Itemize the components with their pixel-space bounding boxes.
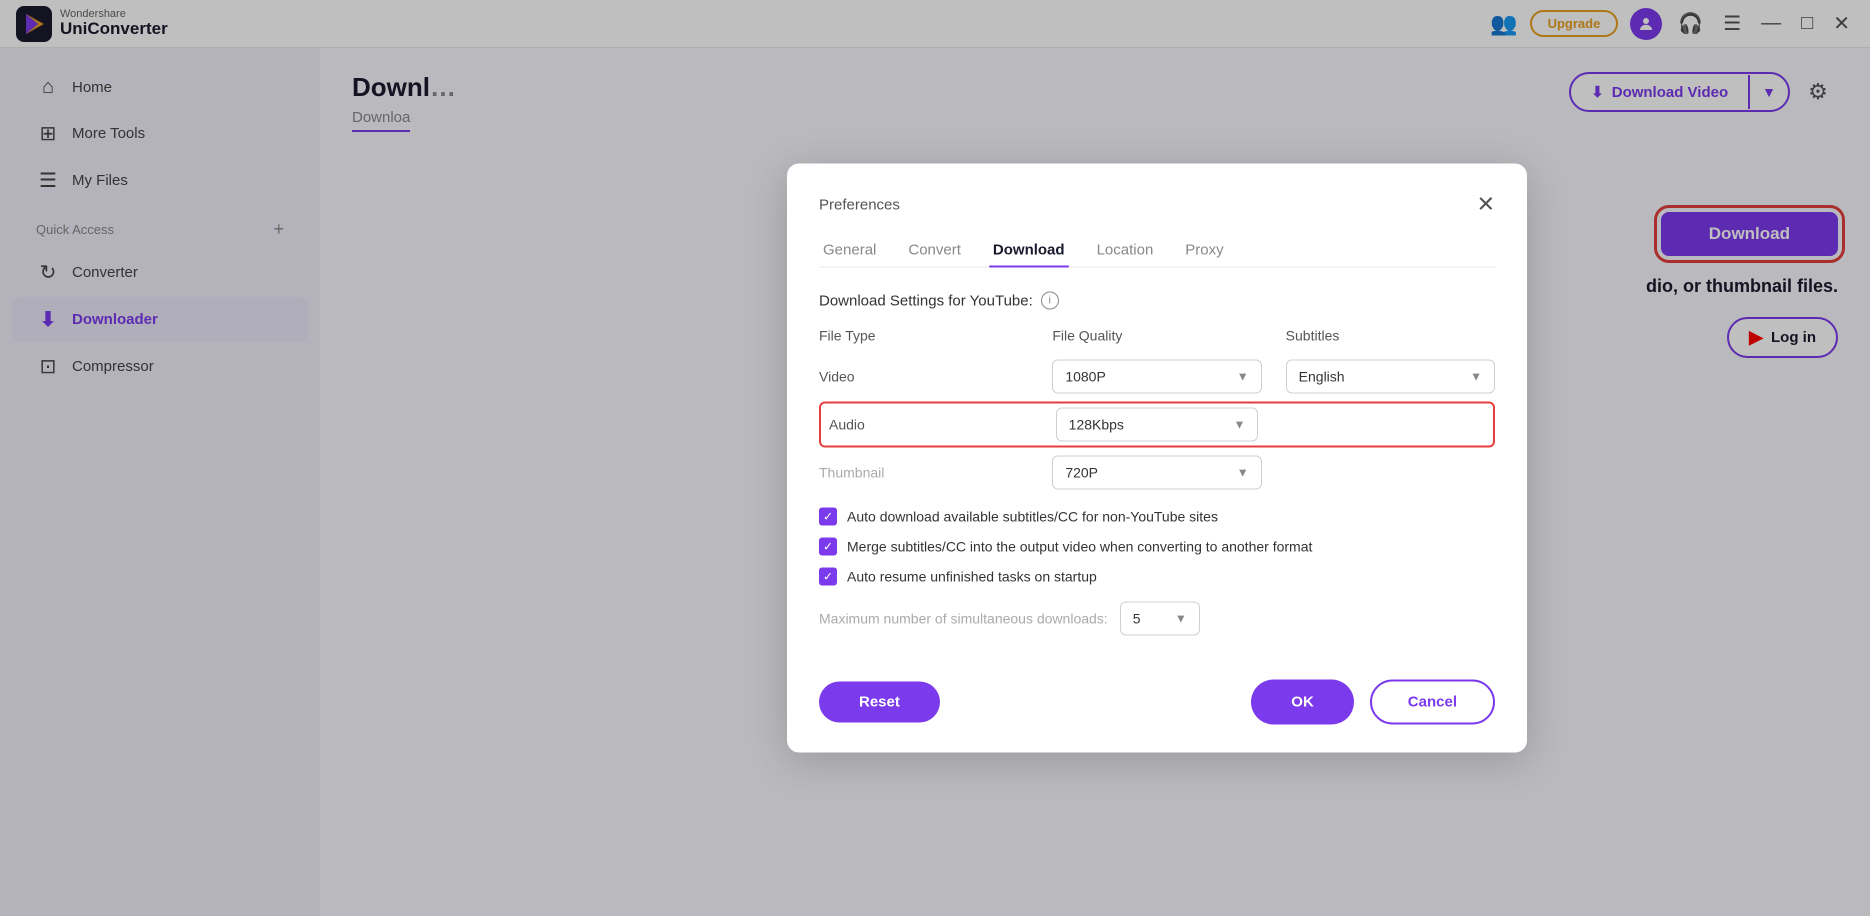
checkbox-section: ✓ Auto download available subtitles/CC f… <box>819 508 1495 586</box>
audio-quality-select[interactable]: 128Kbps ▼ <box>1056 408 1259 442</box>
chevron-down-icon: ▼ <box>1237 466 1249 480</box>
checkbox-auto-subtitle-label: Auto download available subtitles/CC for… <box>847 509 1218 525</box>
chevron-down-icon: ▼ <box>1237 370 1249 384</box>
ok-button[interactable]: OK <box>1251 680 1354 725</box>
audio-type-label: Audio <box>829 408 1032 442</box>
max-downloads-row: Maximum number of simultaneous downloads… <box>819 602 1495 636</box>
chevron-down-icon: ▼ <box>1470 370 1482 384</box>
preferences-modal: Preferences ✕ General Convert Download L… <box>787 164 1527 753</box>
checkbox-auto-resume-label: Auto resume unfinished tasks on startup <box>847 569 1097 585</box>
col-file-quality: File Quality <box>1052 328 1261 344</box>
max-downloads-select[interactable]: 5 ▼ <box>1120 602 1200 636</box>
checkbox-auto-resume: ✓ Auto resume unfinished tasks on startu… <box>819 568 1495 586</box>
modal-title: Preferences <box>819 196 900 213</box>
tab-convert[interactable]: Convert <box>904 234 965 267</box>
checkbox-auto-resume-box[interactable]: ✓ <box>819 568 837 586</box>
footer-right: OK Cancel <box>1251 680 1495 725</box>
thumbnail-row: Thumbnail 720P ▼ <box>819 456 1495 490</box>
tab-general[interactable]: General <box>819 234 880 267</box>
col-subtitles: Subtitles <box>1286 328 1495 344</box>
checkbox-merge-subtitle-box[interactable]: ✓ <box>819 538 837 556</box>
modal-header: Preferences ✕ <box>819 192 1495 218</box>
tab-proxy[interactable]: Proxy <box>1181 234 1227 267</box>
column-headers: File Type File Quality Subtitles <box>819 328 1495 352</box>
cancel-button[interactable]: Cancel <box>1370 680 1495 725</box>
chevron-down-icon: ▼ <box>1175 612 1187 626</box>
video-quality-select[interactable]: 1080P ▼ <box>1052 360 1261 394</box>
checkbox-auto-subtitle-box[interactable]: ✓ <box>819 508 837 526</box>
settings-section-title: Download Settings for YouTube: i <box>819 292 1495 310</box>
col-file-type: File Type <box>819 328 1028 344</box>
thumbnail-quality-select[interactable]: 720P ▼ <box>1052 456 1261 490</box>
max-downloads-value: 5 <box>1133 611 1141 627</box>
audio-row-highlighted: Audio 128Kbps ▼ <box>819 402 1495 448</box>
video-subtitle-select[interactable]: English ▼ <box>1286 360 1495 394</box>
reset-button[interactable]: Reset <box>819 682 940 723</box>
thumbnail-type-label: Thumbnail <box>819 456 1028 490</box>
checkbox-merge-subtitle-label: Merge subtitles/CC into the output video… <box>847 539 1312 555</box>
tab-download[interactable]: Download <box>989 234 1069 267</box>
checkbox-auto-subtitle: ✓ Auto download available subtitles/CC f… <box>819 508 1495 526</box>
tab-location[interactable]: Location <box>1093 234 1158 267</box>
max-downloads-label: Maximum number of simultaneous downloads… <box>819 611 1108 627</box>
info-icon[interactable]: i <box>1041 292 1059 310</box>
video-type-label: Video <box>819 360 1028 394</box>
chevron-down-icon: ▼ <box>1233 418 1245 432</box>
modal-tabs: General Convert Download Location Proxy <box>819 234 1495 268</box>
modal-close-button[interactable]: ✕ <box>1477 192 1495 218</box>
video-row: Video 1080P ▼ English ▼ <box>819 360 1495 394</box>
modal-footer: Reset OK Cancel <box>819 664 1495 725</box>
checkbox-merge-subtitle: ✓ Merge subtitles/CC into the output vid… <box>819 538 1495 556</box>
